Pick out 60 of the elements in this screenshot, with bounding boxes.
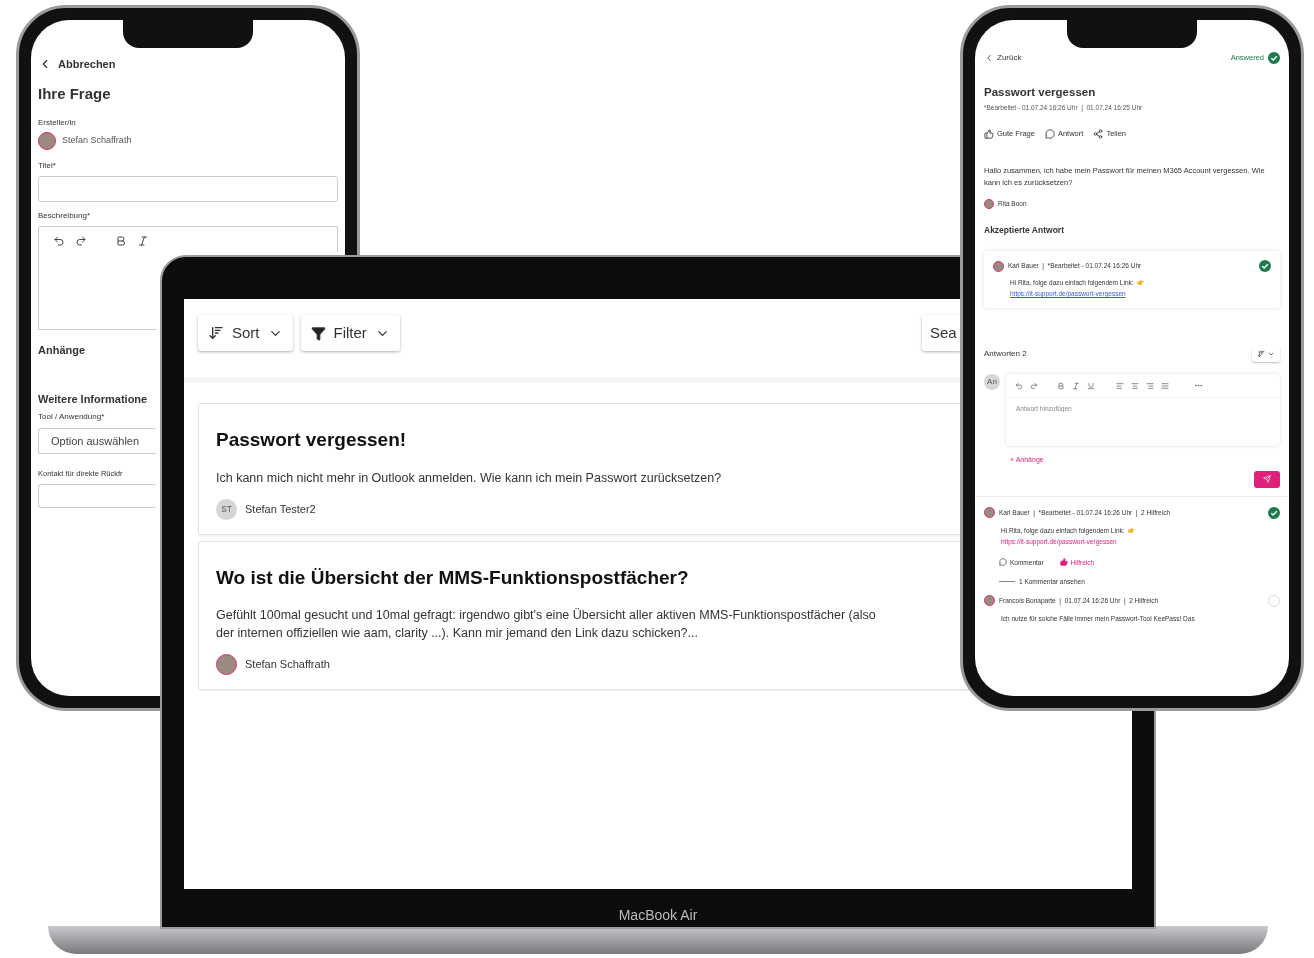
field-label: Tool / Anwendung*: [38, 411, 105, 423]
pointing-hand-icon: [1136, 279, 1144, 286]
avatar: [984, 507, 995, 518]
speech-bubble-icon: [999, 558, 1007, 566]
thumbs-up-icon: [984, 128, 994, 139]
sort-icon: [1257, 350, 1265, 358]
select-field[interactable]: Option auswählen: [38, 428, 156, 454]
post-title: Passwort vergessen!: [216, 428, 407, 452]
undo-icon[interactable]: [53, 235, 65, 247]
avatar: [984, 595, 995, 606]
send-icon: [1263, 475, 1271, 483]
field-label: Ersteller/in: [38, 117, 76, 129]
section-heading: Antworten 2: [984, 348, 1027, 360]
bold-icon[interactable]: [1057, 381, 1065, 390]
cancel-link[interactable]: Abbrechen: [58, 56, 116, 73]
input-field[interactable]: [38, 176, 338, 202]
post-excerpt: Ich kann mich nicht mehr in Outlook anmelden. Wie kann ich mein Passwort zurücksetzen?: [216, 469, 723, 487]
post-excerpt: Gefühlt 100mal gesucht und 10mal gefragt: irgendwo gibt's eine Übersicht aller aktiven MMS-Funktionspostfächer (also der internen offiziellen wie aam, clarity ...). Kann mir jemand den Link dazu schicken?...: [216, 607, 877, 642]
redo-icon[interactable]: [75, 235, 87, 247]
filter-button[interactable]: Filter: [300, 315, 400, 351]
editor-text-area[interactable]: [38, 252, 156, 330]
author-name: Stefan Tester2: [245, 501, 316, 517]
avatar-initials: ST: [216, 498, 237, 520]
avatar-initials: An: [984, 374, 1000, 390]
avatar: [38, 132, 56, 150]
send-button[interactable]: [1254, 470, 1280, 488]
share-icon: [1093, 128, 1104, 139]
field-label: Titel*: [38, 160, 56, 172]
avatar: [984, 199, 994, 210]
caret-icon: [1267, 350, 1275, 358]
section-heading: Weitere Informatione: [38, 391, 148, 407]
thumbs-up-icon: [1059, 558, 1068, 566]
section-heading: Anhänge: [38, 343, 86, 358]
avatar: [993, 260, 1004, 272]
laptop-brand: MacBook Air: [618, 906, 698, 925]
sort-button[interactable]: Sort: [198, 315, 293, 351]
underline-icon[interactable]: [1087, 381, 1095, 390]
italic-icon[interactable]: [1072, 381, 1080, 390]
speech-bubble-icon: [1044, 128, 1055, 139]
page-title: Ihre Frage: [38, 83, 111, 104]
avatar: [216, 654, 237, 675]
section-heading: Akzeptierte Antwort: [984, 224, 1065, 237]
sort-icon: [208, 325, 224, 341]
align-left-icon[interactable]: [1116, 381, 1124, 390]
creator-name: Stefan Schaffrath: [62, 134, 132, 148]
question-title: Passwort vergessen: [984, 85, 1097, 100]
pointing-hand-icon: [1127, 526, 1135, 534]
field-label: Beschreibung*: [38, 210, 91, 222]
italic-icon[interactable]: [137, 235, 149, 247]
align-right-icon[interactable]: [1146, 381, 1154, 390]
align-center-icon[interactable]: [1131, 381, 1139, 390]
post-title: Wo ist die Übersicht der MMS-Funktionspostfächer?: [216, 565, 689, 590]
more-icon[interactable]: [1194, 381, 1203, 390]
filter-icon: [310, 325, 326, 341]
search-button[interactable]: Sea: [922, 315, 960, 351]
justify-icon[interactable]: [1161, 381, 1169, 390]
input-field[interactable]: [38, 484, 156, 509]
bold-icon[interactable]: [115, 235, 127, 247]
back-link[interactable]: Zurück: [997, 52, 1022, 64]
author-name: Stefan Schaffrath: [245, 657, 330, 673]
